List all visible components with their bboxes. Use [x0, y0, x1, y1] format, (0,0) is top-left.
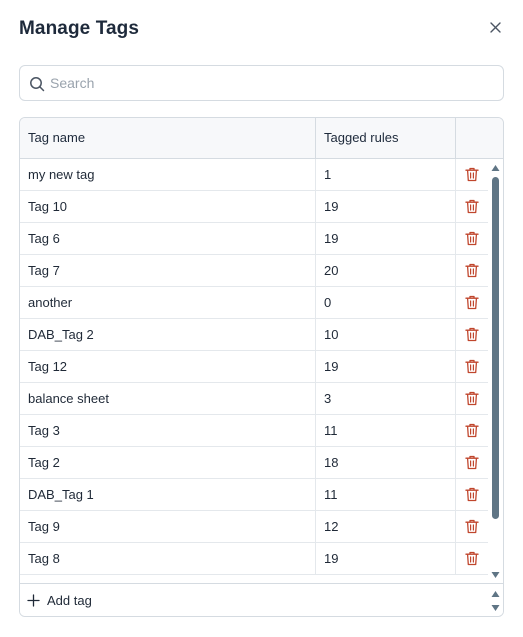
tag-name-cell: another	[20, 287, 316, 318]
trash-icon[interactable]	[465, 327, 479, 342]
table-footer: Add tag	[20, 583, 503, 616]
tagged-rules-cell: 19	[316, 543, 456, 574]
scroll-thumb[interactable]	[492, 177, 499, 519]
search-input[interactable]	[50, 67, 490, 99]
tagged-rules-cell: 12	[316, 511, 456, 542]
search-icon	[30, 77, 45, 92]
tagged-rules-cell: 1	[316, 159, 456, 190]
tag-name-cell: my new tag	[20, 159, 316, 190]
tagged-rules-cell: 10	[316, 319, 456, 350]
tag-name-cell: DAB_Tag 1	[20, 479, 316, 510]
table-body: my new tag 1 Tag 10 19 Tag 6 19 Tag 7 20 another…	[20, 159, 488, 583]
scroll-up-arrow-icon[interactable]	[491, 164, 500, 172]
tag-name-cell: Tag 6	[20, 223, 316, 254]
delete-tag-button[interactable]	[456, 415, 488, 446]
delete-tag-button[interactable]	[456, 255, 488, 286]
trash-icon[interactable]	[465, 423, 479, 438]
delete-tag-button[interactable]	[456, 191, 488, 222]
tagged-rules-cell: 19	[316, 351, 456, 382]
table-row[interactable]: another 0	[20, 287, 488, 319]
footer-scroll-down-icon[interactable]	[491, 604, 500, 612]
scroll-down-arrow-icon[interactable]	[491, 571, 500, 579]
table-row[interactable]: my new tag 1	[20, 159, 488, 191]
tag-name-cell: Tag 8	[20, 543, 316, 574]
trash-icon[interactable]	[465, 231, 479, 246]
close-button[interactable]	[486, 18, 504, 36]
table-row[interactable]: Tag 2 18	[20, 447, 488, 479]
table-row[interactable]: balance sheet 3	[20, 383, 488, 415]
delete-tag-button[interactable]	[456, 287, 488, 318]
delete-tag-button[interactable]	[456, 543, 488, 574]
dialog-title: Manage Tags	[19, 18, 140, 39]
tagged-rules-cell: 18	[316, 447, 456, 478]
trash-icon[interactable]	[465, 487, 479, 502]
column-header-actions	[456, 118, 503, 158]
delete-tag-button[interactable]	[456, 223, 488, 254]
delete-tag-button[interactable]	[456, 159, 488, 190]
column-header-tag-name: Tag name	[20, 118, 316, 158]
table-row[interactable]: Tag 10 19	[20, 191, 488, 223]
trash-icon[interactable]	[465, 295, 479, 310]
tagged-rules-cell: 20	[316, 255, 456, 286]
column-header-tagged-rules: Tagged rules	[316, 118, 456, 158]
tagged-rules-cell: 11	[316, 479, 456, 510]
table-row[interactable]: Tag 3 11	[20, 415, 488, 447]
delete-tag-button[interactable]	[456, 511, 488, 542]
footer-scrollbar[interactable]	[488, 586, 503, 616]
trash-icon[interactable]	[465, 359, 479, 374]
table-row[interactable]: Tag 9 12	[20, 511, 488, 543]
tag-name-cell: balance sheet	[20, 383, 316, 414]
table-row[interactable]: Tag 8 19	[20, 543, 488, 575]
add-tag-label: Add tag	[47, 593, 92, 608]
delete-tag-button[interactable]	[456, 351, 488, 382]
delete-tag-button[interactable]	[456, 447, 488, 478]
tag-name-cell: Tag 7	[20, 255, 316, 286]
tag-name-cell: Tag 2	[20, 447, 316, 478]
close-icon	[489, 21, 501, 33]
tagged-rules-cell: 3	[316, 383, 456, 414]
trash-icon[interactable]	[465, 519, 479, 534]
trash-icon[interactable]	[465, 391, 479, 406]
table-row[interactable]: DAB_Tag 1 11	[20, 479, 488, 511]
tag-name-cell: Tag 9	[20, 511, 316, 542]
tag-name-cell: Tag 3	[20, 415, 316, 446]
plus-icon	[27, 594, 40, 607]
delete-tag-button[interactable]	[456, 319, 488, 350]
trash-icon[interactable]	[465, 551, 479, 566]
tag-name-cell: Tag 10	[20, 191, 316, 222]
table-row[interactable]: Tag 6 19	[20, 223, 488, 255]
table-row[interactable]: Tag 7 20	[20, 255, 488, 287]
table-header: Tag name Tagged rules	[20, 118, 503, 159]
footer-scroll-up-icon[interactable]	[491, 590, 500, 598]
trash-icon[interactable]	[465, 455, 479, 470]
delete-tag-button[interactable]	[456, 383, 488, 414]
table-row[interactable]: DAB_Tag 2 10	[20, 319, 488, 351]
table-row[interactable]: Tag 12 19	[20, 351, 488, 383]
search-box	[19, 65, 504, 101]
table-scrollbar[interactable]	[488, 159, 503, 583]
tagged-rules-cell: 0	[316, 287, 456, 318]
tagged-rules-cell: 11	[316, 415, 456, 446]
tag-name-cell: Tag 12	[20, 351, 316, 382]
trash-icon[interactable]	[465, 263, 479, 278]
add-tag-button[interactable]: Add tag	[27, 584, 92, 616]
delete-tag-button[interactable]	[456, 479, 488, 510]
tag-name-cell: DAB_Tag 2	[20, 319, 316, 350]
tagged-rules-cell: 19	[316, 191, 456, 222]
trash-icon[interactable]	[465, 167, 479, 182]
tags-table: Tag name Tagged rules my new tag 1 Tag 10 1…	[19, 117, 504, 617]
trash-icon[interactable]	[465, 199, 479, 214]
tagged-rules-cell: 19	[316, 223, 456, 254]
